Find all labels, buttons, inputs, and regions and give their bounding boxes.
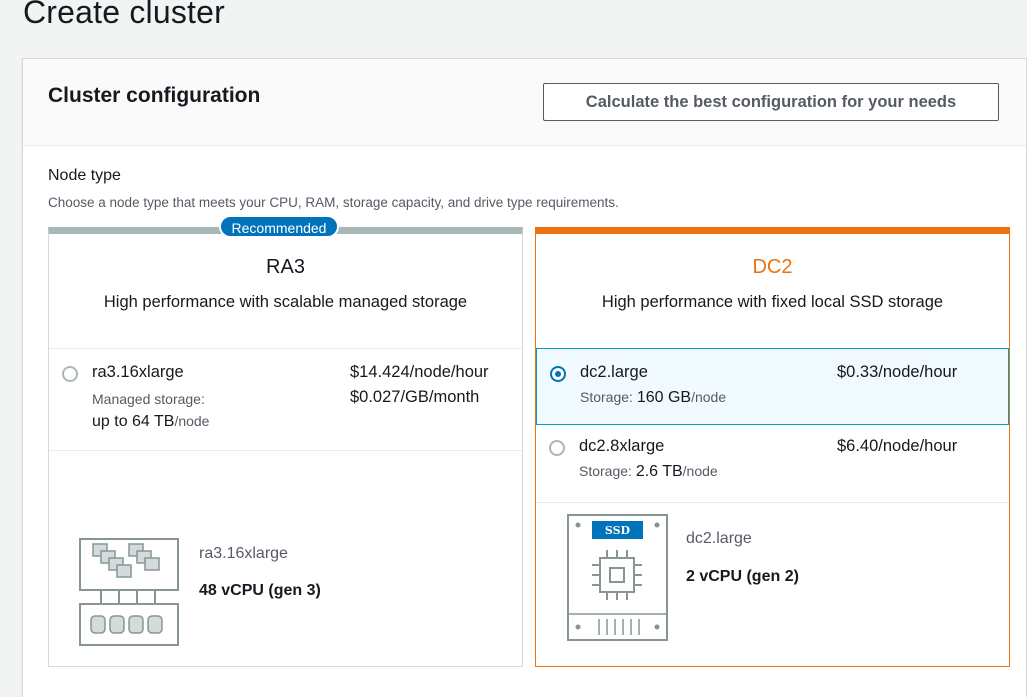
divider [49, 450, 522, 451]
spec-node-name: ra3.16xlarge [199, 545, 288, 562]
node-type-label: Node type [48, 167, 121, 184]
ssd-chip-icon: SSD [567, 514, 668, 641]
cluster-configuration-panel: Cluster configuration Calculate the best… [22, 58, 1027, 697]
radio-ra3-16xlarge[interactable] [62, 366, 78, 382]
radio-dc2-large[interactable] [550, 366, 566, 382]
storage-value: 2.6 TB [635, 463, 683, 480]
node-type-description: Choose a node type that meets your CPU, … [48, 195, 619, 210]
storage-unit: /node [682, 463, 718, 479]
storage-value: 160 GB [636, 389, 692, 406]
node-option-dc2-large[interactable]: dc2.large $0.33/node/hour Storage: 160 G… [536, 348, 1009, 425]
recommended-badge: Recommended [219, 215, 339, 238]
storage-unit: /node [174, 413, 210, 429]
spec-node-name: dc2.large [686, 530, 752, 547]
option-price: $0.33/node/hour [837, 363, 958, 381]
storage-capacity: up to 64 TB/node [92, 413, 209, 431]
option-name: dc2.large [580, 363, 648, 381]
storage-capacity: Storage: 160 GB/node [580, 389, 726, 407]
page-title: Create cluster [23, 0, 225, 30]
node-card-dc2[interactable]: DC2 High performance with fixed local SS… [535, 227, 1010, 667]
radio-dc2-8xlarge[interactable] [549, 440, 565, 456]
option-price: $14.424/node/hour [350, 363, 489, 381]
option-price: $6.40/node/hour [837, 437, 958, 455]
option-name: ra3.16xlarge [92, 363, 184, 381]
node-card-ra3[interactable]: RA3 High performance with scalable manag… [48, 227, 523, 667]
node-option-dc2-8xlarge[interactable]: dc2.8xlarge $6.40/node/hour Storage: 2.6… [536, 426, 1009, 502]
divider [536, 502, 1009, 503]
storage-label: Storage: [579, 463, 632, 479]
panel-header: Cluster configuration Calculate the best… [23, 59, 1026, 146]
panel-title: Cluster configuration [48, 84, 261, 107]
calculate-best-configuration-button[interactable]: Calculate the best configuration for you… [543, 83, 999, 121]
card-subtitle-ra3: High performance with scalable managed s… [103, 293, 468, 311]
spec-vcpu: 2 vCPU (gen 2) [686, 568, 799, 585]
managed-storage-server-icon [79, 538, 181, 646]
option-name: dc2.8xlarge [579, 437, 665, 455]
managed-storage-price: $0.027/GB/month [350, 388, 480, 406]
ssd-label: SSD [605, 524, 631, 537]
card-name-ra3: RA3 [266, 256, 305, 278]
spec-vcpu: 48 vCPU (gen 3) [199, 582, 321, 599]
storage-capacity: Storage: 2.6 TB/node [579, 463, 718, 481]
storage-unit: /node [691, 389, 727, 405]
storage-label: Storage: [580, 389, 633, 405]
card-subtitle-dc2: High performance with fixed local SSD st… [601, 293, 944, 311]
managed-storage-label: Managed storage: [92, 391, 205, 407]
card-name-dc2: DC2 [752, 256, 793, 278]
storage-value: up to 64 TB [92, 413, 175, 430]
node-option-ra3-16xlarge[interactable]: ra3.16xlarge $14.424/node/hour Managed s… [49, 349, 522, 450]
